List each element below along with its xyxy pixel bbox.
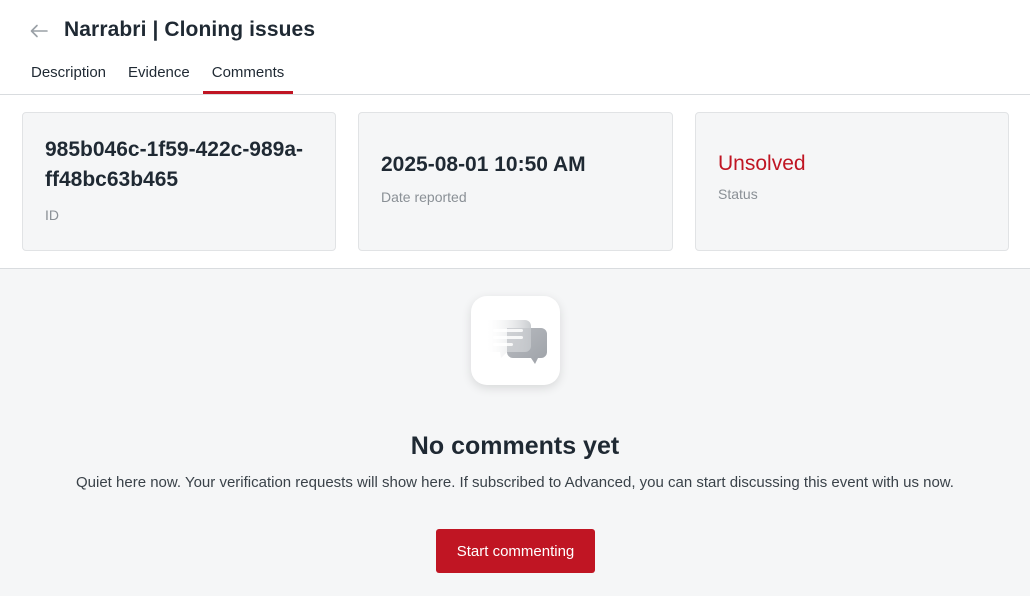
back-button[interactable] [28, 20, 50, 42]
date-label: Date reported [381, 189, 467, 205]
comments-empty-state: No comments yet Quiet here now. Your ver… [0, 269, 1030, 596]
date-card: 2025-08-01 10:50 AM Date reported [358, 112, 673, 251]
status-label: Status [718, 186, 758, 202]
empty-title: No comments yet [410, 432, 620, 460]
tab-comments[interactable]: Comments [202, 56, 294, 94]
status-card: Unsolved Status [695, 112, 1009, 251]
id-label: ID [45, 207, 59, 223]
status-value: Unsolved [718, 152, 806, 175]
date-value: 2025-08-01 10:50 AM [381, 153, 586, 176]
start-commenting-button[interactable]: Start commenting [436, 529, 595, 573]
summary-cards: 985b046c-1f59-422c-989a-ff48bc63b465 ID … [0, 95, 1030, 269]
tab-description[interactable]: Description [22, 56, 115, 94]
tab-bar: Description Evidence Comments [22, 56, 297, 95]
page-title: Narrabri | Cloning issues [64, 18, 316, 41]
empty-description: Quiet here now. Your verification reques… [76, 474, 954, 491]
tab-evidence[interactable]: Evidence [119, 56, 199, 94]
empty-icon-tile [471, 296, 560, 385]
chat-bubbles-icon [486, 319, 547, 364]
arrow-left-icon [30, 24, 48, 38]
id-card: 985b046c-1f59-422c-989a-ff48bc63b465 ID [22, 112, 336, 251]
id-value: 985b046c-1f59-422c-989a-ff48bc63b465 [45, 138, 304, 191]
page-header: Narrabri | Cloning issues Description Ev… [0, 0, 1030, 95]
